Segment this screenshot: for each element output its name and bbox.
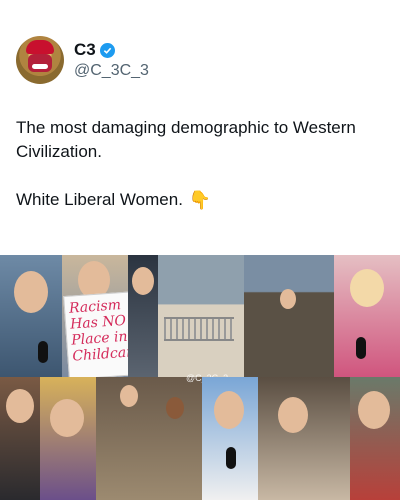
- photo-tile: [128, 255, 158, 377]
- photo-tile: [334, 255, 400, 377]
- photo-tile: [96, 377, 202, 500]
- photo-tile: [0, 377, 40, 500]
- microphone-icon: [356, 337, 366, 359]
- display-name[interactable]: C3: [74, 40, 96, 60]
- media-collage[interactable]: Racism Has NO Place in Childcare @C_3C_3: [0, 255, 400, 500]
- avatar-mouth: [32, 64, 48, 69]
- face: [358, 391, 390, 429]
- pointing-down-icon: 👇: [188, 190, 212, 210]
- face: [50, 399, 84, 437]
- photo-tile: [0, 255, 62, 377]
- tweet-text-line2: White Liberal Women.: [16, 190, 183, 209]
- fence: [164, 317, 234, 341]
- avatar-mask: [28, 54, 52, 72]
- face: [350, 269, 384, 307]
- name-row: C3: [74, 40, 149, 60]
- face: [120, 385, 138, 407]
- photo-tile: [40, 377, 96, 500]
- photo-tile: [202, 377, 258, 500]
- photo-tile: [350, 377, 400, 500]
- face: [132, 267, 154, 295]
- author-names: C3 @C_3C_3: [74, 40, 149, 80]
- face: [214, 391, 244, 429]
- verified-badge-icon: [99, 42, 115, 58]
- tweet-text: The most damaging demographic to Western…: [16, 116, 386, 212]
- microphone-icon: [226, 447, 236, 469]
- avatar[interactable]: [16, 36, 64, 84]
- tweet-text-line1: The most damaging demographic to Western…: [16, 118, 356, 161]
- photo-tile: [158, 255, 244, 377]
- face: [166, 397, 184, 419]
- photo-tile: [258, 377, 350, 500]
- face: [278, 397, 308, 433]
- face: [6, 389, 34, 423]
- avatar-hat: [26, 40, 54, 54]
- tweet-header: C3 @C_3C_3: [16, 36, 149, 84]
- user-handle[interactable]: @C_3C_3: [74, 62, 149, 80]
- microphone-icon: [38, 341, 48, 363]
- face: [14, 271, 48, 313]
- face: [280, 289, 296, 309]
- photo-tile: [244, 255, 334, 377]
- tweet-text-line2-row: White Liberal Women. 👇: [16, 188, 386, 212]
